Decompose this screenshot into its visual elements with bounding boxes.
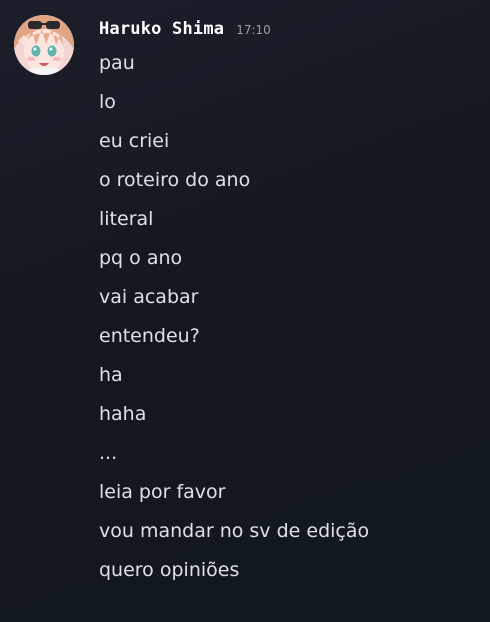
message-timestamp: 17:10	[236, 23, 271, 37]
message-line: vai acabar	[99, 286, 199, 308]
message-line: o roteiro do ano	[99, 169, 251, 191]
message-line: ...	[99, 442, 118, 464]
username[interactable]: Haruko Shima	[99, 19, 224, 39]
chat-message: Haruko Shima 17:10 pau lo eu criei o rot…	[0, 0, 490, 622]
message-line: vou mandar no sv de edição	[99, 520, 370, 542]
message-line: literal	[99, 208, 154, 230]
message-lines: pau lo eu criei o roteiro do ano literal…	[99, 49, 369, 595]
message-line: ha	[99, 364, 123, 386]
message-line: pq o ano	[99, 247, 183, 269]
message-line: haha	[99, 403, 147, 425]
message-line: eu criei	[99, 130, 170, 152]
user-avatar[interactable]	[14, 15, 74, 75]
anime-girl-avatar-icon	[14, 15, 74, 75]
message-line: leia por favor	[99, 481, 226, 503]
message-line: pau	[99, 52, 135, 74]
message-header: Haruko Shima 17:10	[99, 19, 271, 39]
message-line: quero opiniões	[99, 559, 240, 581]
message-line: lo	[99, 91, 116, 113]
message-line: entendeu?	[99, 325, 200, 347]
